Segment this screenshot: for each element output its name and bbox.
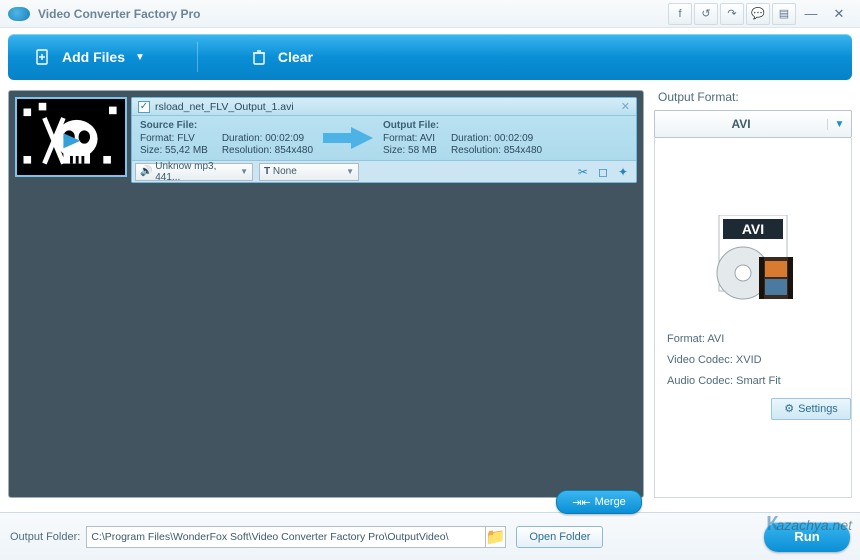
- toolbar-separator: [197, 42, 198, 72]
- add-files-button[interactable]: Add Files ▼: [22, 42, 157, 72]
- output-format-title: Output Format:: [654, 90, 852, 110]
- arrow-right-icon: [321, 125, 375, 151]
- source-file-info: Source File: Format: FLV Duration: 00:02…: [140, 120, 313, 156]
- trash-icon: [250, 48, 268, 66]
- format-preview: AVI Format: AVI Video Codec: XVID Audio …: [654, 138, 852, 498]
- card-header: ✓ rsload_net_FLV_Output_1.avi ✕: [132, 98, 636, 116]
- file-checkbox[interactable]: ✓: [138, 101, 150, 113]
- message-icon: 💬: [751, 7, 765, 20]
- clear-button[interactable]: Clear: [238, 42, 325, 72]
- output-header: Output File:: [383, 120, 542, 131]
- format-metadata: Format: AVI Video Codec: XVID Audio Code…: [655, 329, 851, 392]
- open-folder-button[interactable]: Open Folder: [516, 526, 603, 548]
- output-file-info: Output File: Format: AVI Duration: 00:02…: [383, 120, 542, 156]
- audio-track-dropdown[interactable]: 🔊 Unknow mp3, 441...▼: [135, 163, 253, 181]
- filename: rsload_net_FLV_Output_1.avi: [155, 101, 294, 113]
- main-toolbar: Add Files ▼ Clear: [8, 34, 852, 80]
- remove-file-button[interactable]: ✕: [621, 100, 630, 113]
- redo-icon: ↷: [727, 7, 736, 20]
- minimize-button[interactable]: —: [798, 3, 824, 25]
- menu-button[interactable]: ▤: [772, 3, 796, 25]
- settings-button[interactable]: ⚙Settings: [771, 398, 851, 420]
- undo-icon: ↺: [701, 7, 710, 20]
- chevron-down-icon: ▼: [827, 119, 851, 130]
- output-folder-label: Output Folder:: [10, 531, 80, 543]
- effects-icon[interactable]: ✦: [618, 165, 628, 179]
- message-button[interactable]: 💬: [746, 3, 770, 25]
- run-button[interactable]: Run: [764, 522, 850, 552]
- menu-icon: ▤: [779, 7, 789, 20]
- skull-icon: [17, 99, 125, 175]
- file-item[interactable]: ✓ rsload_net_FLV_Output_1.avi ✕ Source F…: [15, 97, 637, 183]
- speaker-icon: 🔊: [140, 166, 152, 177]
- card-footer: 🔊 Unknow mp3, 441...▼ T None▼ ✂ ◻ ✦: [132, 160, 636, 182]
- subtitle-dropdown[interactable]: T None▼: [259, 163, 359, 181]
- merge-button[interactable]: ⇥⇤Merge: [556, 490, 642, 514]
- gear-icon: ⚙: [784, 402, 794, 415]
- app-logo-icon: [8, 7, 30, 21]
- shuffle-icon[interactable]: ✂: [578, 165, 588, 179]
- clear-label: Clear: [278, 49, 313, 65]
- merge-icon: ⇥⇤: [572, 496, 590, 509]
- bottom-bar: Output Folder: 📁 Open Folder Run: [0, 512, 860, 560]
- add-files-label: Add Files: [62, 49, 125, 65]
- output-format-dropdown[interactable]: AVI ▼: [654, 110, 852, 138]
- folder-icon: 📁: [486, 527, 506, 547]
- subtitle-icon: T: [264, 166, 270, 177]
- crop-icon[interactable]: ◻: [598, 165, 608, 179]
- output-folder-input[interactable]: [86, 526, 486, 548]
- selected-format: AVI: [655, 117, 827, 131]
- undo-button[interactable]: ↺: [694, 3, 718, 25]
- file-list-pane: ✓ rsload_net_FLV_Output_1.avi ✕ Source F…: [8, 90, 644, 498]
- video-thumbnail[interactable]: [15, 97, 127, 177]
- close-icon: ✕: [834, 6, 845, 22]
- redo-button[interactable]: ↷: [720, 3, 744, 25]
- minimize-icon: —: [805, 6, 818, 21]
- source-header: Source File:: [140, 120, 313, 131]
- close-window-button[interactable]: ✕: [826, 3, 852, 25]
- avi-format-icon: AVI: [709, 215, 797, 313]
- chevron-down-icon: ▼: [135, 52, 145, 63]
- titlebar: Video Converter Factory Pro f ↺ ↷ 💬 ▤ — …: [0, 0, 860, 28]
- facebook-icon: f: [678, 8, 681, 20]
- add-file-icon: [34, 48, 52, 66]
- output-format-panel: Output Format: AVI ▼ AVI: [654, 90, 852, 498]
- facebook-button[interactable]: f: [668, 3, 692, 25]
- browse-folder-button[interactable]: 📁: [486, 526, 506, 548]
- file-info-card: ✓ rsload_net_FLV_Output_1.avi ✕ Source F…: [131, 97, 637, 183]
- svg-text:AVI: AVI: [742, 221, 764, 237]
- app-title: Video Converter Factory Pro: [38, 7, 201, 21]
